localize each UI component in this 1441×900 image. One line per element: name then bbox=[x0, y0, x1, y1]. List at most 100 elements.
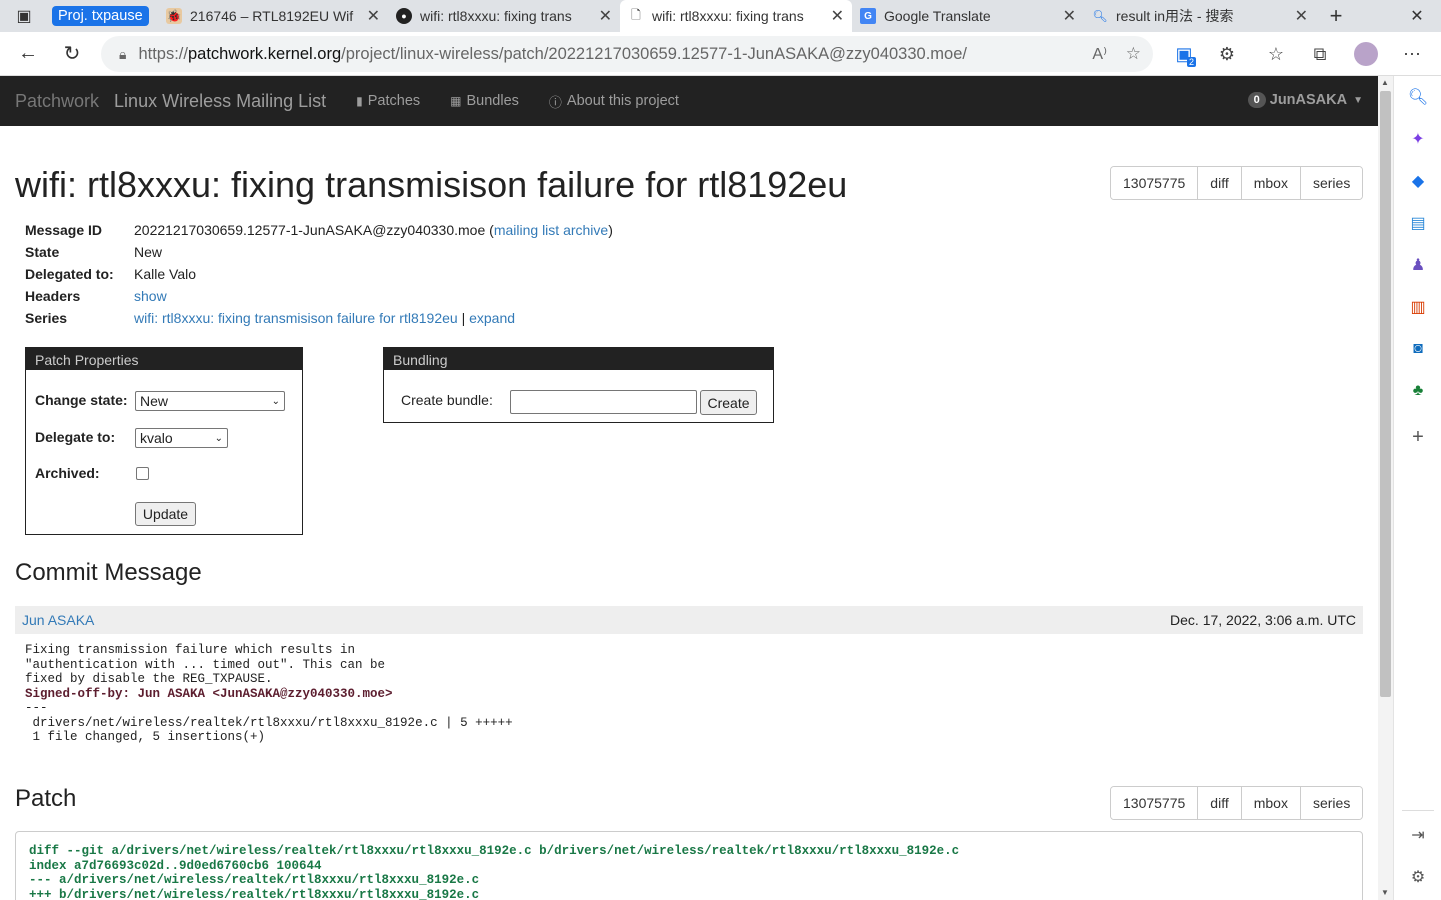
copilot-icon[interactable]: ✦ bbox=[1406, 127, 1430, 151]
search-icon: 🔍︎ bbox=[1092, 9, 1108, 23]
tab-github[interactable]: ● wifi: rtl8xxxu: fixing trans ✕ bbox=[388, 0, 620, 32]
create-bundle-button[interactable]: Create bbox=[700, 390, 757, 415]
diff-button[interactable]: diff bbox=[1198, 167, 1242, 199]
games-icon[interactable]: ♟ bbox=[1406, 253, 1430, 277]
page-scrollbar[interactable]: ▲ ▼ bbox=[1378, 76, 1393, 900]
archived-label: Archived: bbox=[35, 465, 100, 481]
archive-link[interactable]: mailing list archive bbox=[494, 222, 608, 238]
add-favorite-icon[interactable]: ☆ bbox=[1126, 44, 1141, 64]
signed-off-by: Signed-off-by: Jun ASAKA <JunASAKA@zzy04… bbox=[25, 686, 393, 701]
diff-box: diff --git a/drivers/net/wireless/realte… bbox=[15, 831, 1363, 900]
chevron-down-icon: ⌄ bbox=[271, 395, 280, 407]
meta-label: State bbox=[25, 244, 60, 260]
hide-sidebar-icon[interactable]: ⇥ bbox=[1406, 823, 1430, 847]
nav-about[interactable]: ⓘ About this project bbox=[549, 92, 679, 111]
nav-patches[interactable]: ▮ Patches bbox=[356, 93, 420, 109]
change-state-select[interactable]: New ⌄ bbox=[135, 391, 285, 411]
page-icon: 🗋 bbox=[631, 7, 641, 22]
tools-icon[interactable]: ▤ bbox=[1406, 211, 1430, 235]
tab-google-translate[interactable]: G Google Translate ✕ bbox=[852, 0, 1084, 32]
nav-patches-label: Patches bbox=[367, 93, 421, 109]
user-menu[interactable]: 0 JunASAKA ▼ bbox=[1247, 92, 1363, 108]
url-field[interactable]: 🔒︎ https://patchwork.kernel.org/project/… bbox=[101, 36, 1153, 72]
reload-icon[interactable]: ↻ bbox=[50, 32, 94, 76]
extension-badge: 2 bbox=[1186, 57, 1196, 67]
panel-title: Patch Properties bbox=[26, 348, 302, 370]
patch-id-button[interactable]: 13075775 bbox=[1111, 787, 1199, 819]
meta-label: Delegated to: bbox=[25, 266, 114, 282]
commit-body: Fixing transmission failure which result… bbox=[25, 643, 513, 745]
search-icon[interactable]: 🔍︎ bbox=[1406, 85, 1430, 109]
tree-icon[interactable]: ♣ bbox=[1406, 379, 1430, 403]
headers-show-link[interactable]: show bbox=[134, 285, 167, 307]
expand-link[interactable]: expand bbox=[469, 310, 515, 326]
add-icon[interactable]: + bbox=[1406, 425, 1430, 449]
outlook-icon[interactable]: ◙ bbox=[1406, 337, 1430, 361]
scroll-up-icon[interactable]: ▲ bbox=[1381, 78, 1389, 87]
author-link[interactable]: Jun ASAKA bbox=[22, 612, 94, 628]
close-icon[interactable]: ✕ bbox=[831, 6, 844, 26]
archived-checkbox[interactable] bbox=[136, 467, 149, 480]
brand-link[interactable]: Patchwork bbox=[15, 91, 99, 112]
bugzilla-icon: 🐞 bbox=[166, 8, 182, 24]
url-prefix: https:// bbox=[138, 44, 188, 63]
caret-down-icon: ▼ bbox=[1353, 94, 1363, 106]
tab-bar: ▣ Proj. txpause 🐞 216746 – RTL8192EU Wif… bbox=[0, 0, 1441, 32]
nav-bundles-label: Bundles bbox=[466, 93, 519, 109]
tab-group-label: Proj. txpause bbox=[52, 6, 149, 26]
tab-group[interactable]: Proj. txpause bbox=[48, 0, 158, 32]
series-button[interactable]: series bbox=[1300, 167, 1363, 199]
tab-label: 216746 – RTL8192EU Wif bbox=[190, 8, 354, 24]
select-value: kvalo bbox=[140, 430, 173, 446]
patch-heading: Patch bbox=[15, 785, 77, 812]
message-id: 20221217030659.12577-1-JunASAKA@zzy04033… bbox=[134, 222, 486, 238]
page-content: Patchwork Linux Wireless Mailing List ▮ P… bbox=[0, 76, 1378, 900]
commit-date: Dec. 17, 2022, 3:06 a.m. UTC bbox=[1170, 612, 1356, 628]
back-icon[interactable]: ← bbox=[6, 32, 50, 76]
address-bar: ← ↻ 🔒︎ https://patchwork.kernel.org/proj… bbox=[0, 32, 1441, 76]
info-icon: ⓘ bbox=[548, 94, 562, 110]
extension-icon[interactable]: ▣ 2 bbox=[1166, 32, 1202, 76]
update-button[interactable]: Update bbox=[135, 502, 196, 526]
bundling-panel: Bundling Create bundle: Create bbox=[383, 347, 774, 423]
profile-avatar[interactable] bbox=[1348, 32, 1384, 76]
project-link[interactable]: Linux Wireless Mailing List bbox=[114, 91, 326, 112]
divider bbox=[1402, 810, 1434, 811]
browser-sidebar: 🔍︎ ✦ ◆ ▤ ♟ ▥ ◙ ♣ + ⇥ ⚙ bbox=[1393, 76, 1441, 900]
delegate-select[interactable]: kvalo ⌄ bbox=[135, 428, 228, 448]
diffstat: --- drivers/net/wireless/realtek/rtl8xxx… bbox=[25, 701, 513, 744]
collections-icon[interactable]: ⧉ bbox=[1302, 32, 1338, 76]
tab-bugzilla[interactable]: 🐞 216746 – RTL8192EU Wif ✕ bbox=[158, 0, 388, 32]
more-menu-icon[interactable]: ⋯ bbox=[1394, 32, 1430, 76]
nav-bundles[interactable]: ▦ Bundles bbox=[450, 93, 519, 109]
settings-gear-icon[interactable]: ⚙ bbox=[1406, 865, 1430, 889]
close-icon[interactable]: ✕ bbox=[1063, 6, 1076, 26]
diff-text: diff --git a/drivers/net/wireless/realte… bbox=[29, 844, 960, 900]
change-state-label: Change state: bbox=[35, 392, 128, 408]
close-icon[interactable]: ✕ bbox=[599, 6, 612, 26]
scrollbar-thumb[interactable] bbox=[1380, 91, 1391, 697]
tab-search[interactable]: 🔍︎ result in用法 - 搜索 ✕ bbox=[1084, 0, 1316, 32]
mbox-button[interactable]: mbox bbox=[1241, 787, 1301, 819]
navbar: Patchwork Linux Wireless Mailing List ▮ P… bbox=[0, 76, 1378, 126]
diff-button[interactable]: diff bbox=[1198, 787, 1242, 819]
shopping-tag-icon[interactable]: ◆ bbox=[1406, 169, 1430, 193]
read-aloud-icon[interactable]: A⁾ bbox=[1092, 44, 1107, 64]
tab-active[interactable]: 🗋 wifi: rtl8xxxu: fixing trans ✕ bbox=[620, 0, 852, 32]
patch-id-button[interactable]: 13075775 bbox=[1111, 167, 1199, 199]
favorites-icon[interactable]: ☆ bbox=[1258, 32, 1294, 76]
mbox-button[interactable]: mbox bbox=[1241, 167, 1301, 199]
close-icon[interactable]: ✕ bbox=[367, 6, 380, 26]
bundle-name-input[interactable] bbox=[510, 390, 697, 414]
scroll-down-icon[interactable]: ▼ bbox=[1381, 888, 1389, 897]
tab-label: wifi: rtl8xxxu: fixing trans bbox=[652, 8, 804, 24]
series-link[interactable]: wifi: rtl8xxxu: fixing transmisison fail… bbox=[134, 310, 458, 326]
office-icon[interactable]: ▥ bbox=[1406, 295, 1430, 319]
create-bundle-label: Create bundle: bbox=[401, 392, 493, 408]
user-name: JunASAKA bbox=[1269, 92, 1348, 108]
close-icon[interactable]: ✕ bbox=[1295, 6, 1308, 26]
nav-about-label: About this project bbox=[566, 93, 679, 109]
extensions-puzzle-icon[interactable]: ⚙ bbox=[1209, 32, 1245, 76]
series-button[interactable]: series bbox=[1300, 787, 1363, 819]
tab-label: Google Translate bbox=[884, 8, 991, 24]
